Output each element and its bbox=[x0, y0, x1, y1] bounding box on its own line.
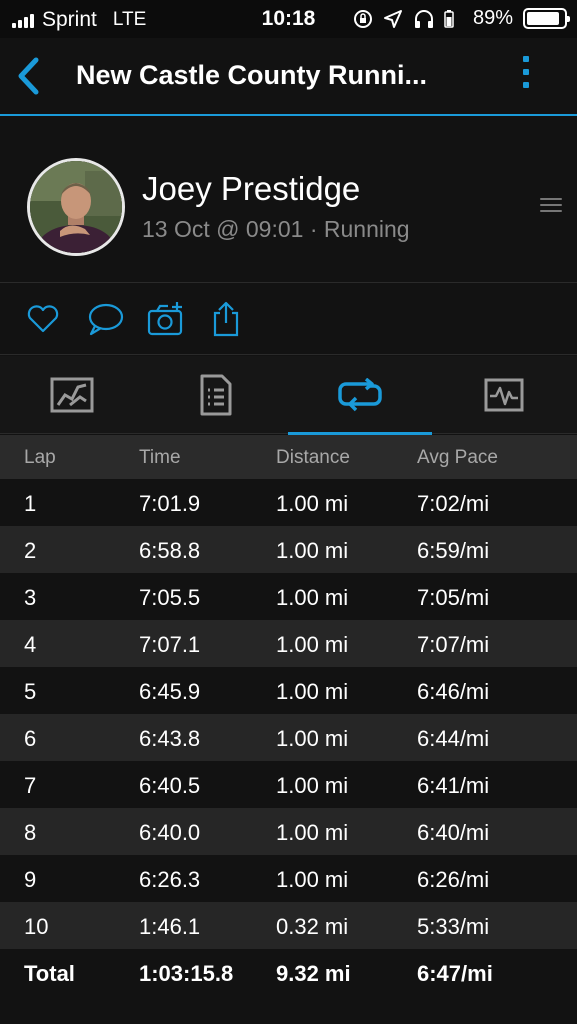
lap-number: 3 bbox=[24, 585, 37, 610]
lap-number: 7 bbox=[24, 773, 37, 798]
tab-map[interactable] bbox=[0, 356, 144, 434]
lap-pace: 7:05/mi bbox=[417, 585, 490, 610]
lap-distance: 1.00 mi bbox=[276, 820, 349, 845]
lap-pace: 6:41/mi bbox=[417, 773, 490, 798]
activity-header: Joey Prestidge 13 Oct @ 09:01 · Running bbox=[0, 118, 577, 283]
share-button[interactable] bbox=[208, 300, 246, 338]
lap-time: 6:40.5 bbox=[139, 773, 201, 798]
table-row[interactable]: 3 7:05.5 1.00 mi 7:05/mi bbox=[0, 573, 577, 620]
total-row: Total 1:03:15.8 9.32 mi 6:47/mi bbox=[0, 949, 577, 996]
total-distance: 9.32 mi bbox=[276, 961, 351, 986]
lap-number: 5 bbox=[24, 679, 37, 704]
page-title: New Castle County Runni... bbox=[76, 60, 428, 90]
like-button[interactable] bbox=[24, 300, 62, 338]
back-button[interactable] bbox=[12, 52, 48, 100]
lap-distance: 1.00 mi bbox=[276, 585, 349, 610]
lap-pace: 6:26/mi bbox=[417, 867, 490, 892]
table-row[interactable]: 7 6:40.5 1.00 mi 6:41/mi bbox=[0, 761, 577, 808]
lap-number: 6 bbox=[24, 726, 37, 751]
comment-icon bbox=[88, 303, 124, 336]
heart-icon bbox=[27, 305, 59, 333]
action-row bbox=[0, 284, 577, 355]
lap-pace: 6:40/mi bbox=[417, 820, 490, 845]
tab-laps[interactable] bbox=[288, 356, 432, 435]
lap-distance: 1.00 mi bbox=[276, 867, 349, 892]
lap-time: 6:40.0 bbox=[139, 820, 201, 845]
lap-time: 6:43.8 bbox=[139, 726, 201, 751]
tab-charts[interactable] bbox=[432, 356, 576, 434]
table-row[interactable]: 9 6:26.3 1.00 mi 6:26/mi bbox=[0, 855, 577, 902]
table-row[interactable]: 1 7:01.9 1.00 mi 7:02/mi bbox=[0, 479, 577, 526]
lap-number: 1 bbox=[24, 491, 37, 516]
lap-distance: 1.00 mi bbox=[276, 679, 349, 704]
table-row[interactable]: 2 6:58.8 1.00 mi 6:59/mi bbox=[0, 526, 577, 573]
nav-bar: New Castle County Runni... bbox=[0, 38, 577, 116]
lap-distance: 0.32 mi bbox=[276, 914, 349, 939]
status-bar: Sprint LTE 10:18 89% bbox=[0, 0, 577, 38]
activity-meta: 13 Oct @ 09:01 · Running bbox=[142, 216, 410, 242]
chevron-left-icon bbox=[18, 57, 39, 95]
battery-percent: 89% bbox=[472, 7, 513, 29]
table-row[interactable]: 8 6:40.0 1.00 mi 6:40/mi bbox=[0, 808, 577, 855]
laps-icon bbox=[338, 378, 382, 412]
lap-time: 6:45.9 bbox=[139, 679, 201, 704]
lap-distance: 1.00 mi bbox=[276, 773, 349, 798]
table-header: Lap Time Distance Avg Pace bbox=[0, 435, 577, 479]
lap-distance: 1.00 mi bbox=[276, 538, 349, 563]
drag-handle-icon bbox=[540, 198, 562, 218]
total-pace: 6:47/mi bbox=[417, 961, 493, 986]
table-row[interactable]: 10 1:46.1 0.32 mi 5:33/mi bbox=[0, 902, 577, 949]
header-lap: Lap bbox=[24, 447, 56, 468]
lap-pace: 7:02/mi bbox=[417, 491, 490, 516]
activity-tabs bbox=[0, 356, 577, 435]
battery-small-icon bbox=[443, 9, 463, 29]
laps-table: Lap Time Distance Avg Pace 1 7:01.9 1.00… bbox=[0, 435, 577, 996]
location-icon bbox=[383, 9, 403, 29]
lap-pace: 6:59/mi bbox=[417, 538, 490, 563]
lap-pace: 7:07/mi bbox=[417, 632, 490, 657]
header-distance: Distance bbox=[276, 447, 350, 468]
total-time: 1:03:15.8 bbox=[139, 961, 234, 986]
lap-time: 6:26.3 bbox=[139, 867, 201, 892]
share-icon bbox=[213, 301, 239, 337]
tab-details[interactable] bbox=[144, 356, 288, 434]
table-row[interactable]: 5 6:45.9 1.00 mi 6:46/mi bbox=[0, 667, 577, 714]
add-photo-button[interactable] bbox=[146, 300, 184, 338]
lap-number: 10 bbox=[24, 914, 49, 939]
total-label: Total bbox=[24, 961, 75, 986]
details-icon bbox=[200, 374, 232, 416]
avatar[interactable] bbox=[27, 158, 125, 256]
more-options-button[interactable] bbox=[515, 56, 537, 98]
lap-pace: 6:46/mi bbox=[417, 679, 490, 704]
lap-distance: 1.00 mi bbox=[276, 491, 349, 516]
lap-number: 4 bbox=[24, 632, 37, 657]
orientation-lock-icon bbox=[353, 9, 373, 29]
table-row[interactable]: 4 7:07.1 1.00 mi 7:07/mi bbox=[0, 620, 577, 667]
add-photo-icon bbox=[147, 302, 183, 336]
headphones-icon bbox=[413, 9, 433, 29]
table-row[interactable]: 6 6:43.8 1.00 mi 6:44/mi bbox=[0, 714, 577, 761]
lap-number: 8 bbox=[24, 820, 37, 845]
lap-time: 7:01.9 bbox=[139, 491, 201, 516]
lap-distance: 1.00 mi bbox=[276, 726, 349, 751]
header-avg-pace: Avg Pace bbox=[417, 447, 498, 468]
header-time: Time bbox=[139, 447, 181, 468]
charts-icon bbox=[484, 378, 524, 412]
athlete-name[interactable]: Joey Prestidge bbox=[142, 170, 360, 208]
lap-number: 2 bbox=[24, 538, 37, 563]
lap-distance: 1.00 mi bbox=[276, 632, 349, 657]
lap-pace: 5:33/mi bbox=[417, 914, 490, 939]
lap-time: 6:58.8 bbox=[139, 538, 201, 563]
battery-icon bbox=[523, 8, 570, 29]
lap-number: 9 bbox=[24, 867, 37, 892]
lap-pace: 6:44/mi bbox=[417, 726, 490, 751]
lap-time: 7:07.1 bbox=[139, 632, 201, 657]
lap-time: 1:46.1 bbox=[139, 914, 201, 939]
map-icon bbox=[50, 377, 94, 413]
comment-button[interactable] bbox=[86, 300, 124, 338]
lap-time: 7:05.5 bbox=[139, 585, 201, 610]
